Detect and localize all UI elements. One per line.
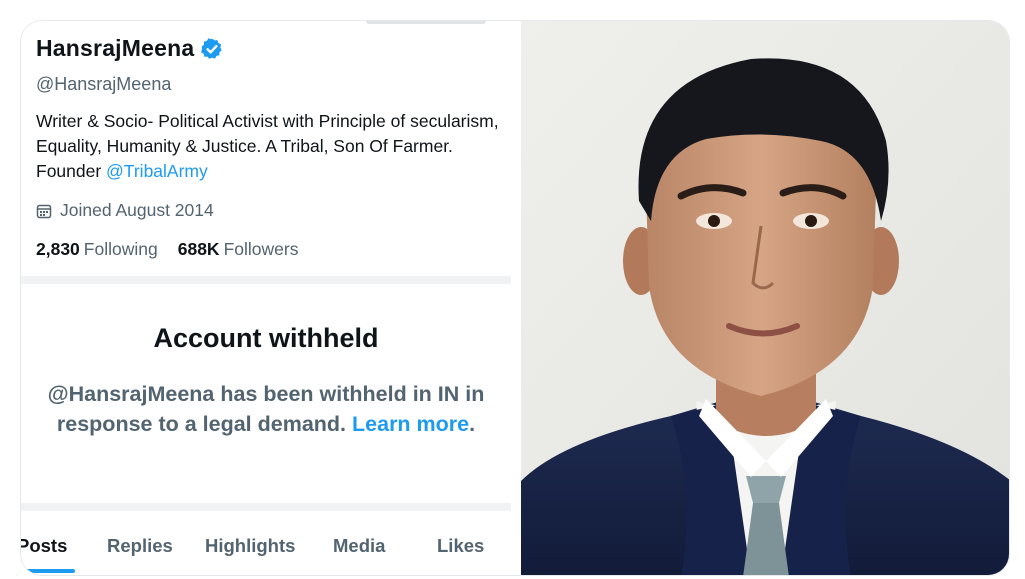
profile-panel: HansrajMeena @HansrajMeena Writer & Soci… <box>21 21 521 575</box>
bio-mention-link[interactable]: @TribalArmy <box>106 161 208 181</box>
tab-replies[interactable]: Replies <box>107 535 173 557</box>
verified-badge-icon[interactable] <box>200 37 224 61</box>
tab-highlights[interactable]: Highlights <box>205 535 295 557</box>
profile-handle: @HansrajMeena <box>36 74 172 94</box>
section-divider <box>21 276 511 284</box>
tab-media[interactable]: Media <box>333 535 385 557</box>
joined-date: Joined August 2014 <box>60 200 214 220</box>
profile-bio: Writer & Socio- Political Activist with … <box>36 109 506 184</box>
profile-tabs: Posts Replies Highlights Media Likes <box>21 525 511 575</box>
withheld-trailing: . <box>469 412 476 436</box>
profile-joined: Joined August 2014 <box>36 200 214 221</box>
active-tab-indicator <box>21 569 75 573</box>
following-label: Following <box>83 239 158 259</box>
profile-stats: 2,830 Following 688K Followers <box>36 239 298 260</box>
tabs-divider <box>21 503 511 511</box>
header-edge <box>366 21 486 24</box>
portrait-illustration <box>521 21 1009 575</box>
followers-count: 688K <box>177 239 220 259</box>
profile-name-row: HansrajMeena <box>36 35 224 62</box>
calendar-icon <box>36 203 52 219</box>
withheld-message: @HansrajMeena has been withheld in IN in… <box>46 379 486 439</box>
followers-link[interactable]: 688K Followers <box>178 239 299 260</box>
following-count: 2,830 <box>36 239 80 259</box>
following-link[interactable]: 2,830 Following <box>36 239 158 260</box>
followers-label: Followers <box>223 239 299 259</box>
tab-likes[interactable]: Likes <box>437 535 484 557</box>
learn-more-link[interactable]: Learn more <box>352 412 469 436</box>
withheld-title: Account withheld <box>153 323 379 353</box>
screenshot-card: HansrajMeena @HansrajMeena Writer & Soci… <box>20 20 1010 576</box>
tab-posts[interactable]: Posts <box>21 535 67 557</box>
profile-display-name: HansrajMeena <box>36 35 195 61</box>
portrait-photo <box>521 21 1009 575</box>
